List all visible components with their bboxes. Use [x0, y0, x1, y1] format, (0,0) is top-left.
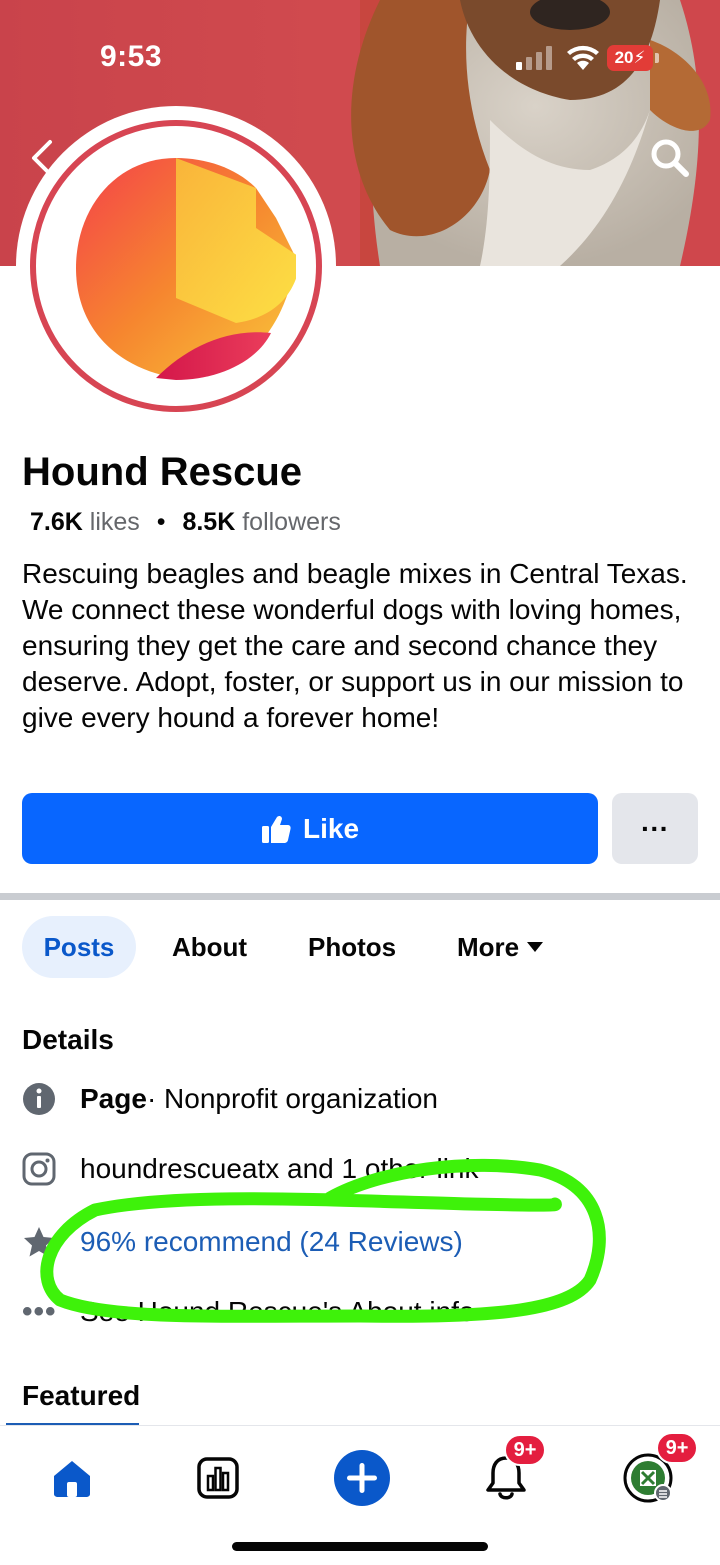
page-type-label: Page	[80, 1083, 147, 1114]
like-thumb-icon	[261, 815, 291, 843]
followers-label: followers	[242, 508, 341, 536]
page-stats: 7.6K likes • 8.5K followers	[30, 508, 341, 537]
instagram-icon	[22, 1152, 56, 1186]
nav-profile[interactable]: 9+	[616, 1432, 698, 1510]
nav-create[interactable]	[330, 1446, 394, 1510]
battery-level: 20	[614, 48, 634, 67]
followers-count: 8.5K	[182, 508, 236, 536]
hound-rescue-logo	[76, 158, 296, 380]
detail-instagram-link[interactable]: houndrescueatx and 1 other link	[22, 1152, 479, 1186]
tab-about[interactable]: About	[172, 916, 247, 978]
info-icon	[23, 1083, 55, 1115]
instagram-text: houndrescueatx and 1 other link	[80, 1153, 479, 1184]
more-dots-icon: ···	[641, 812, 669, 844]
battery-indicator: 20 ⚡	[607, 45, 653, 71]
separator-dot: •	[156, 508, 166, 536]
detail-page-category: Page · Nonprofit organization	[22, 1082, 438, 1116]
page-bio: Rescuing beagles and beagle mixes in Cen…	[22, 558, 688, 733]
more-options-button[interactable]: ···	[612, 793, 698, 864]
home-indicator[interactable]	[232, 1542, 488, 1551]
profile-picture-frame	[30, 120, 322, 412]
see-about-text: See Hound Rescue's About info	[80, 1296, 475, 1327]
like-button[interactable]: Like	[22, 793, 598, 864]
profile-badge: 9+	[656, 1432, 698, 1464]
nav-dashboard[interactable]	[186, 1446, 250, 1510]
cover-dog-image	[351, 0, 711, 266]
wifi-icon	[567, 45, 599, 70]
more-dots-icon: •••	[22, 1295, 57, 1328]
page-title: Hound Rescue	[22, 450, 303, 494]
nav-notifications[interactable]: 9+	[474, 1434, 546, 1510]
create-icon	[334, 1450, 390, 1506]
tab-photos[interactable]: Photos	[308, 916, 396, 978]
likes-count: 7.6K	[30, 508, 83, 536]
featured-heading: Featured	[22, 1380, 141, 1411]
profile-picture[interactable]	[16, 106, 336, 426]
search-icon[interactable]	[648, 136, 692, 180]
caret-down-icon	[527, 942, 544, 952]
tab-more-label: More	[457, 931, 520, 962]
likes-label: likes	[89, 508, 140, 536]
page-category: · Nonprofit organization	[146, 1083, 438, 1114]
reviews-link[interactable]: 96% recommend (24 Reviews)	[80, 1226, 463, 1258]
signal-icon	[516, 46, 552, 70]
section-divider	[0, 893, 720, 900]
detail-see-about[interactable]: ••• See Hound Rescue's About info	[22, 1296, 475, 1328]
dashboard-icon	[197, 1457, 239, 1499]
home-icon	[54, 1461, 90, 1497]
charging-icon: ⚡	[633, 48, 646, 67]
battery-tip	[655, 53, 659, 63]
detail-reviews[interactable]: 96% recommend (24 Reviews)	[22, 1225, 463, 1259]
nav-home[interactable]	[40, 1446, 104, 1510]
status-time: 9:53	[100, 40, 163, 73]
tab-more[interactable]: More	[457, 916, 544, 978]
tab-posts[interactable]: Posts	[22, 916, 136, 978]
notifications-badge: 9+	[504, 1434, 546, 1466]
details-heading: Details	[22, 1024, 114, 1055]
star-icon	[24, 1227, 54, 1257]
like-button-label: Like	[302, 812, 360, 844]
